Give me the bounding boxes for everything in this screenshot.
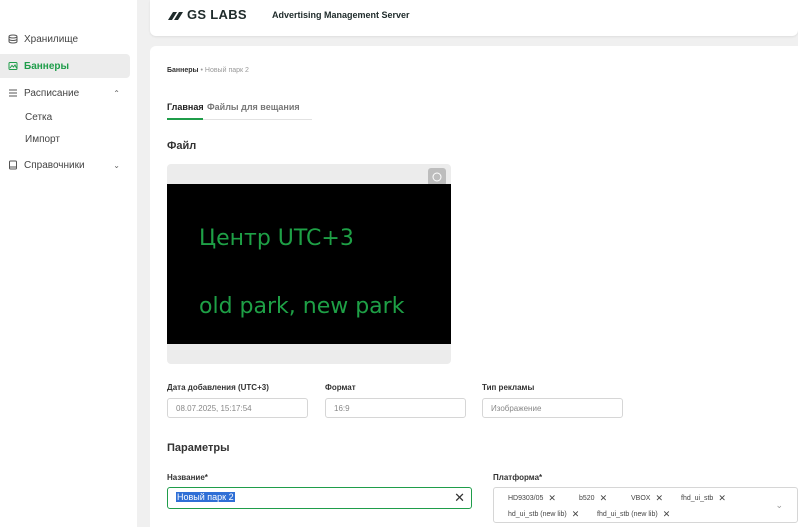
sidebar-item-label: Расписание bbox=[24, 87, 80, 99]
format-field: 16:9 bbox=[325, 398, 466, 418]
storage-icon bbox=[8, 34, 18, 44]
app-title: Advertising Management Server bbox=[272, 10, 410, 20]
sidebar-item-label: Баннеры bbox=[24, 60, 70, 72]
sidebar-subitem-grid[interactable]: Сетка bbox=[25, 112, 52, 123]
clear-icon[interactable]: ✕ bbox=[454, 490, 465, 506]
platform-chip-label: b520 bbox=[579, 494, 595, 502]
preview-image: Центр UTC+3 old park, new park bbox=[167, 184, 451, 344]
sidebar-item-references[interactable]: Справочники ⌄ bbox=[0, 153, 130, 177]
platform-chip-label: HD9303/05 bbox=[508, 494, 544, 502]
platform-chip: b520 ✕ bbox=[579, 492, 607, 504]
name-label: Название* bbox=[167, 473, 208, 482]
format-label: Формат bbox=[325, 383, 356, 392]
remove-chip-icon[interactable]: ✕ bbox=[600, 493, 608, 504]
name-input[interactable]: Новый парк 2 ✕ bbox=[167, 487, 472, 509]
sidebar-item-storage[interactable]: Хранилище bbox=[0, 27, 130, 51]
sidebar: Хранилище Баннеры Расписание ⌃ Сетка Имп… bbox=[0, 0, 137, 527]
platform-chip: fhd_ui_stb (new lib) ✕ bbox=[597, 508, 670, 520]
breadcrumb: Баннеры • Новый парк 2 bbox=[167, 67, 249, 74]
main-panel: Баннеры • Новый парк 2 Главная Файлы для… bbox=[150, 46, 798, 527]
sidebar-item-banners[interactable]: Баннеры bbox=[0, 54, 130, 78]
platform-multiselect[interactable]: HD9303/05 ✕ b520 ✕ VBOX ✕ fhd_ui_stb ✕ hd_ui… bbox=[493, 487, 798, 523]
platform-chip-label: VBOX bbox=[631, 494, 651, 502]
breadcrumb-separator: • bbox=[200, 67, 203, 74]
date-label: Дата добавления (UTC+3) bbox=[167, 383, 269, 392]
sidebar-item-label: Справочники bbox=[24, 159, 85, 171]
date-value: 08.07.2025, 15:17:54 bbox=[176, 403, 252, 413]
remove-chip-icon[interactable]: ✕ bbox=[655, 493, 663, 504]
date-field: 08.07.2025, 15:17:54 bbox=[167, 398, 308, 418]
active-tab-indicator bbox=[167, 118, 203, 120]
sidebar-item-label: Хранилище bbox=[24, 33, 78, 45]
platform-chip-label: hd_ui_stb (new lib) bbox=[508, 510, 567, 518]
platform-chip-label: fhd_ui_stb (new lib) bbox=[597, 510, 658, 518]
tab-main[interactable]: Главная bbox=[167, 102, 204, 112]
remove-chip-icon[interactable]: ✕ bbox=[572, 509, 580, 520]
file-preview: Центр UTC+3 old park, new park bbox=[167, 164, 451, 364]
remove-chip-icon[interactable]: ✕ bbox=[718, 493, 726, 504]
preview-text-line2: old park, new park bbox=[199, 294, 405, 319]
tab-broadcast-files[interactable]: Файлы для вещания bbox=[207, 102, 300, 112]
platform-chip: HD9303/05 ✕ bbox=[508, 492, 556, 504]
ad-type-value: Изображение bbox=[491, 403, 542, 413]
book-icon bbox=[9, 160, 17, 170]
platform-chip: fhd_ui_stb ✕ bbox=[681, 492, 726, 504]
params-section-title: Параметры bbox=[167, 442, 230, 454]
breadcrumb-root[interactable]: Баннеры bbox=[167, 67, 199, 74]
breadcrumb-current: Новый парк 2 bbox=[204, 67, 249, 74]
info-icon bbox=[432, 172, 442, 182]
platform-chip: VBOX ✕ bbox=[631, 492, 663, 504]
chevron-down-icon[interactable]: ⌄ bbox=[775, 500, 783, 511]
remove-chip-icon[interactable]: ✕ bbox=[663, 509, 671, 520]
name-value-selected: Новый парк 2 bbox=[176, 492, 235, 502]
platform-chip: hd_ui_stb (new lib) ✕ bbox=[508, 508, 579, 520]
format-value: 16:9 bbox=[334, 403, 350, 413]
ad-type-label: Тип рекламы bbox=[482, 383, 535, 392]
logo-text: GS LABS bbox=[187, 7, 247, 22]
sidebar-item-schedule[interactable]: Расписание ⌃ bbox=[0, 81, 130, 105]
app-header: GS LABS Advertising Management Server bbox=[150, 0, 798, 36]
file-section-title: Файл bbox=[167, 140, 197, 152]
chevron-up-icon[interactable]: ⌃ bbox=[113, 89, 120, 98]
ad-type-field: Изображение bbox=[482, 398, 623, 418]
preview-text-line1: Центр UTC+3 bbox=[199, 226, 354, 251]
logo-mark-icon bbox=[168, 12, 183, 20]
list-icon bbox=[9, 89, 17, 97]
banners-icon bbox=[8, 62, 18, 70]
chevron-down-icon[interactable]: ⌄ bbox=[113, 161, 120, 170]
platform-label: Платформа* bbox=[493, 473, 543, 482]
platform-chip-label: fhd_ui_stb bbox=[681, 494, 714, 502]
sidebar-subitem-import[interactable]: Импорт bbox=[25, 134, 60, 145]
remove-chip-icon[interactable]: ✕ bbox=[548, 493, 556, 504]
